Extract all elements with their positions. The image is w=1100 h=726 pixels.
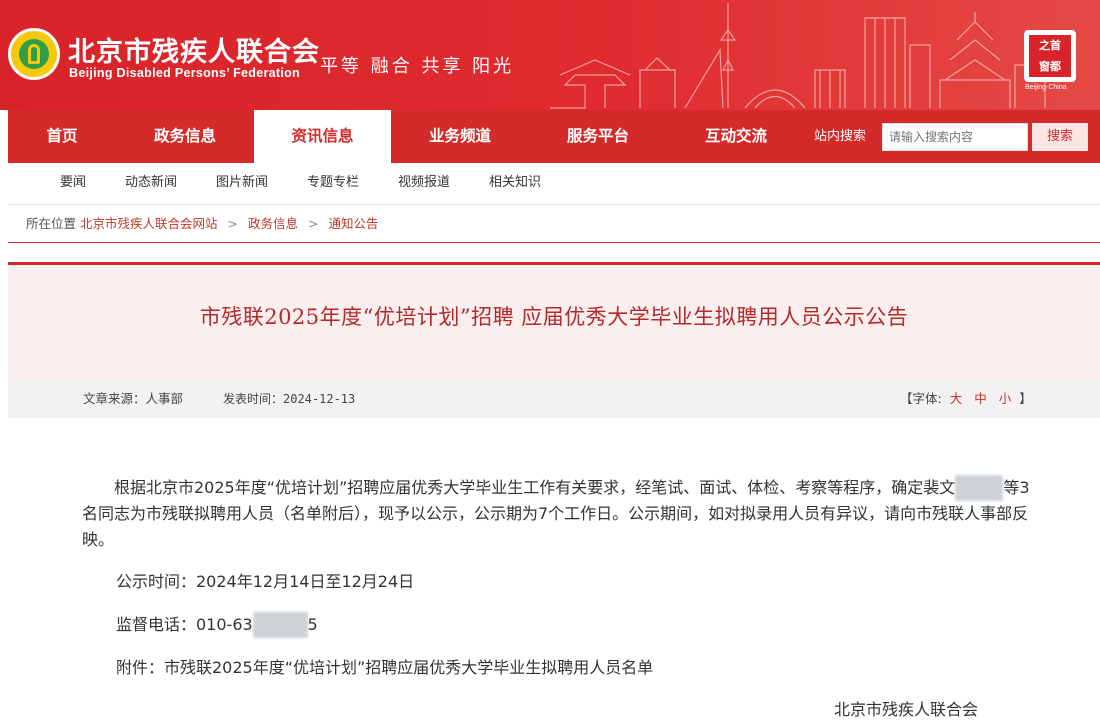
font-size-control: 【字体: 大 中 小 】	[900, 380, 1032, 418]
header-banner: 北京市残疾人联合会 Beijing Disabled Persons’ Fede…	[0, 0, 1100, 110]
capital-window-seal-icon[interactable]: 之首 窗都	[1024, 30, 1076, 82]
nav-item-services[interactable]: 服务平台	[529, 110, 667, 163]
announcement-period: 公示时间：2024年12月14日至12月24日	[116, 572, 415, 591]
font-size-close: 】	[1019, 391, 1032, 406]
article-title-block: 市残联2025年度“优培计划”招聘 应届优秀大学毕业生拟聘用人员公示公告	[8, 262, 1100, 380]
subnav-item-photo-news[interactable]: 图片新闻	[216, 163, 268, 203]
subnav-item-dynamic-news[interactable]: 动态新闻	[125, 163, 177, 203]
subnav-item-video-reports[interactable]: 视频报道	[398, 163, 450, 203]
nav-item-government-info[interactable]: 政务信息	[116, 110, 254, 163]
search-button[interactable]: 搜索	[1032, 123, 1088, 151]
breadcrumb-link-notices[interactable]: 通知公告	[328, 216, 378, 231]
sub-nav: 要闻 动态新闻 图片新闻 专题专栏 视频报道 相关知识	[8, 163, 1100, 205]
nav-item-business[interactable]: 业务频道	[391, 110, 529, 163]
nav-item-interaction[interactable]: 互动交流	[667, 110, 805, 163]
breadcrumb-prefix: 所在位置	[26, 216, 77, 231]
attachment-link[interactable]: 附件：市残联2025年度“优培计划”招聘应届优秀大学毕业生拟聘用人员名单	[116, 655, 653, 681]
redacted-phone-digits: XXXXX	[252, 612, 308, 638]
font-size-medium[interactable]: 中	[974, 391, 987, 406]
redacted-name: 某	[955, 475, 1004, 501]
supervision-phone: 监督电话：010-63XXXXX5	[116, 612, 318, 638]
subnav-item-special-topics[interactable]: 专题专栏	[307, 163, 359, 203]
breadcrumb-separator: >	[227, 216, 238, 231]
font-size-label: 【字体:	[900, 391, 942, 406]
article-paragraph: 根据北京市2025年度“优培计划”招聘应届优秀大学毕业生工作有关要求，经笔试、面…	[82, 475, 1030, 553]
font-size-large[interactable]: 大	[950, 391, 963, 406]
breadcrumb: 所在位置 北京市残疾人联合会网站 > 政务信息 > 通知公告	[8, 207, 1100, 243]
site-search-label: 站内搜索	[814, 129, 867, 144]
breadcrumb-link-government-info[interactable]: 政务信息	[248, 216, 298, 231]
subnav-item-related-knowledge[interactable]: 相关知识	[489, 163, 541, 203]
article-meta-bar: 文章来源：人事部 发表时间：2024-12-13 【字体: 大 中 小 】	[8, 380, 1100, 418]
breadcrumb-separator: >	[307, 216, 319, 231]
seal-caption: Beijing-China	[1025, 84, 1067, 91]
signature: 北京市残疾人联合会	[834, 700, 979, 719]
article-publish-date: 发表时间：2024-12-13	[223, 392, 356, 406]
font-size-small[interactable]: 小	[999, 391, 1012, 406]
org-name-cn: 北京市残疾人联合会	[68, 37, 320, 68]
nav-item-news-info[interactable]: 资讯信息	[254, 110, 391, 163]
slogan: 平等 融合 共享 阳光	[320, 56, 515, 77]
article-title: 市残联2025年度“优培计划”招聘 应届优秀大学毕业生拟聘用人员公示公告	[199, 305, 909, 329]
subnav-item-headlines[interactable]: 要闻	[60, 163, 86, 203]
nav-item-home[interactable]: 首页	[8, 110, 116, 163]
org-name-en: Beijing Disabled Persons’ Federation	[69, 66, 300, 80]
article-source: 文章来源：人事部	[83, 391, 184, 406]
breadcrumb-link-home[interactable]: 北京市残疾人联合会网站	[80, 216, 218, 231]
main-nav: 首页 政务信息 资讯信息 业务频道 服务平台 互动交流 站内搜索 搜索	[8, 110, 1100, 163]
search-input[interactable]	[882, 123, 1028, 151]
federation-logo-icon[interactable]	[8, 28, 60, 80]
beijing-skyline-icon	[550, 3, 1046, 109]
